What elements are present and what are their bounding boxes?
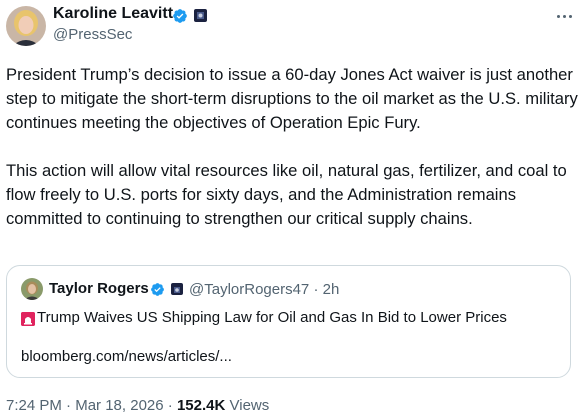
- tweet-footer: 7:24 PM · Mar 18, 2026 · 152.4K Views: [6, 397, 269, 414]
- verified-badge-icon: [173, 9, 187, 23]
- tweet-text: President Trump’s decision to issue a 60…: [6, 63, 578, 255]
- author-handle[interactable]: @PressSec: [53, 26, 132, 43]
- quote-link[interactable]: bloomberg.com/news/articles/...: [21, 348, 232, 365]
- tweet-date[interactable]: Mar 18, 2026: [75, 397, 163, 414]
- verified-badge-icon: [151, 283, 164, 296]
- tweet[interactable]: Karoline Leavitt @PressSec President Tru…: [0, 0, 585, 419]
- quoted-tweet-card[interactable]: Taylor Rogers @TaylorRogers47 · 2h Trump…: [6, 265, 571, 378]
- quote-author-name[interactable]: Taylor Rogers: [49, 280, 149, 297]
- tweet-paragraph: President Trump’s decision to issue a 60…: [6, 65, 578, 132]
- more-options-icon[interactable]: [552, 4, 576, 28]
- quote-author-avatar[interactable]: [21, 278, 43, 300]
- government-affiliate-icon[interactable]: [171, 283, 183, 295]
- government-affiliate-icon[interactable]: [194, 9, 207, 22]
- quote-headline: Trump Waives US Shipping Law for Oil and…: [37, 309, 507, 326]
- siren-emoji-icon: [21, 312, 35, 326]
- author-avatar[interactable]: [6, 6, 46, 46]
- quote-meta: @TaylorRogers47 · 2h: [189, 281, 339, 298]
- footer-separator: ·: [167, 397, 173, 414]
- views-label: Views: [229, 397, 270, 414]
- quote-timestamp[interactable]: 2h: [323, 281, 340, 298]
- author-name[interactable]: Karoline Leavitt: [53, 5, 173, 23]
- quote-author-handle[interactable]: @TaylorRogers47: [189, 281, 309, 298]
- meta-separator: ·: [313, 281, 319, 298]
- footer-separator: ·: [66, 397, 72, 414]
- views-count[interactable]: 152.4K: [177, 397, 225, 414]
- tweet-time[interactable]: 7:24 PM: [6, 397, 62, 414]
- tweet-paragraph: This action will allow vital resources l…: [6, 161, 567, 228]
